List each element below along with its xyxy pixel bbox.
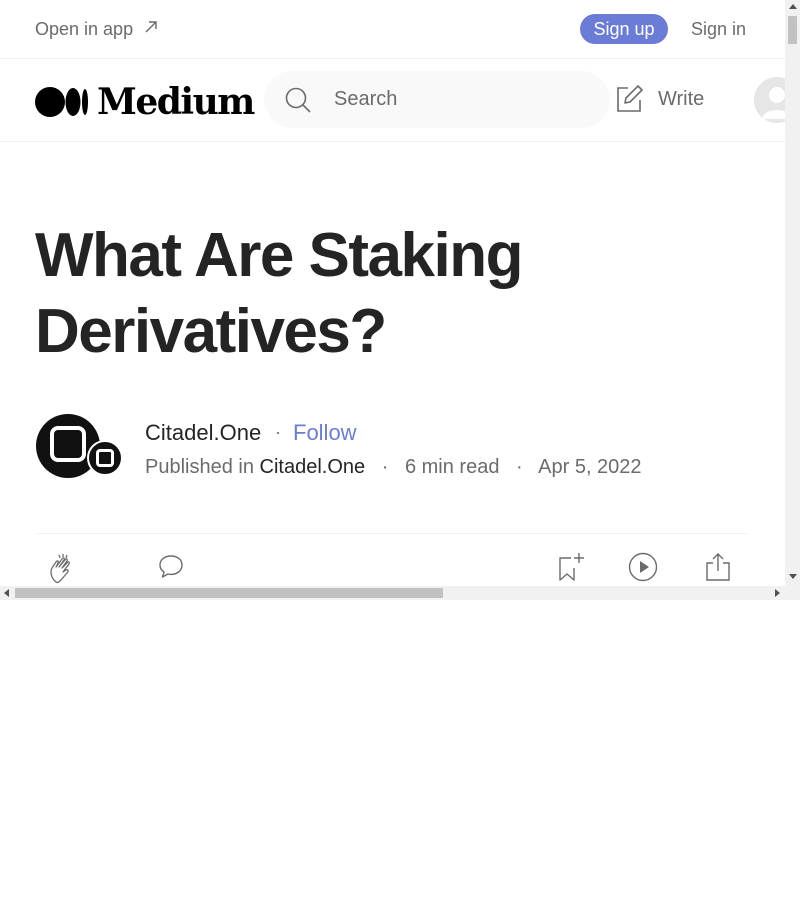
separator-dot: · bbox=[275, 422, 281, 442]
listen-button[interactable] bbox=[628, 552, 658, 586]
arrow-up-right-icon bbox=[143, 19, 159, 40]
scrollbar-corner bbox=[785, 586, 800, 600]
user-avatar[interactable] bbox=[754, 77, 785, 123]
search-bar[interactable] bbox=[264, 71, 610, 128]
save-button[interactable] bbox=[557, 552, 585, 586]
publication-avatar[interactable] bbox=[87, 440, 123, 476]
search-icon bbox=[285, 87, 311, 113]
author-name[interactable]: Citadel.One bbox=[145, 420, 261, 446]
share-icon bbox=[706, 553, 730, 581]
open-in-app-link[interactable]: Open in app bbox=[35, 19, 159, 40]
top-bar: Open in app Sign up Sign in bbox=[0, 0, 785, 59]
sign-up-label: Sign up bbox=[593, 18, 655, 39]
separator-dot: · bbox=[516, 456, 523, 478]
published-in-label: Published in bbox=[145, 456, 254, 478]
comment-icon bbox=[159, 555, 183, 578]
bookmark-add-icon bbox=[559, 553, 584, 581]
article-meta: Published in Citadel.One · 6 min read · … bbox=[145, 456, 642, 479]
clap-button[interactable] bbox=[47, 552, 79, 586]
write-button[interactable]: Write bbox=[614, 84, 704, 114]
publish-date: Apr 5, 2022 bbox=[538, 456, 642, 478]
clap-icon bbox=[50, 554, 70, 584]
article-title: What Are Staking Derivatives? bbox=[35, 221, 524, 366]
search-input[interactable] bbox=[332, 87, 576, 112]
medium-logo-mark-icon bbox=[35, 87, 88, 117]
horizontal-scrollbar[interactable] bbox=[0, 586, 785, 600]
citadel-small-logo-icon bbox=[96, 449, 114, 467]
scroll-left-arrow-icon[interactable] bbox=[4, 589, 9, 597]
sign-up-button[interactable]: Sign up bbox=[580, 14, 668, 44]
write-icon bbox=[617, 85, 643, 112]
article-action-bar bbox=[35, 533, 748, 586]
follow-button[interactable]: Follow bbox=[293, 420, 357, 446]
scroll-up-arrow-icon[interactable] bbox=[789, 4, 797, 9]
vertical-scrollbar[interactable] bbox=[785, 0, 800, 586]
sign-in-link[interactable]: Sign in bbox=[691, 19, 746, 40]
horizontal-scroll-thumb[interactable] bbox=[15, 588, 443, 598]
scroll-right-arrow-icon[interactable] bbox=[775, 589, 780, 597]
publication-link[interactable]: Citadel.One bbox=[260, 456, 366, 478]
citadel-logo-dot bbox=[55, 431, 81, 457]
browser-viewport: Open in app Sign up Sign in Medium Searc… bbox=[0, 0, 800, 600]
comment-button[interactable] bbox=[157, 552, 185, 585]
open-in-app-label: Open in app bbox=[35, 19, 134, 39]
write-label: Write bbox=[658, 87, 705, 110]
vertical-scroll-thumb[interactable] bbox=[788, 16, 797, 44]
share-button[interactable] bbox=[705, 552, 731, 586]
read-time: 6 min read bbox=[404, 456, 500, 478]
play-icon bbox=[628, 552, 658, 582]
scroll-down-arrow-icon[interactable] bbox=[789, 574, 797, 579]
separator-dot: · bbox=[381, 456, 389, 478]
author-block: Citadel.One · Follow Published in Citade… bbox=[35, 412, 735, 482]
page-content: Open in app Sign up Sign in Medium Searc… bbox=[0, 0, 785, 586]
user-placeholder-icon bbox=[754, 77, 785, 123]
logo-wordmark: Medium bbox=[97, 81, 255, 123]
medium-logo[interactable]: Medium bbox=[35, 81, 255, 123]
site-header: Medium Write bbox=[0, 59, 785, 142]
